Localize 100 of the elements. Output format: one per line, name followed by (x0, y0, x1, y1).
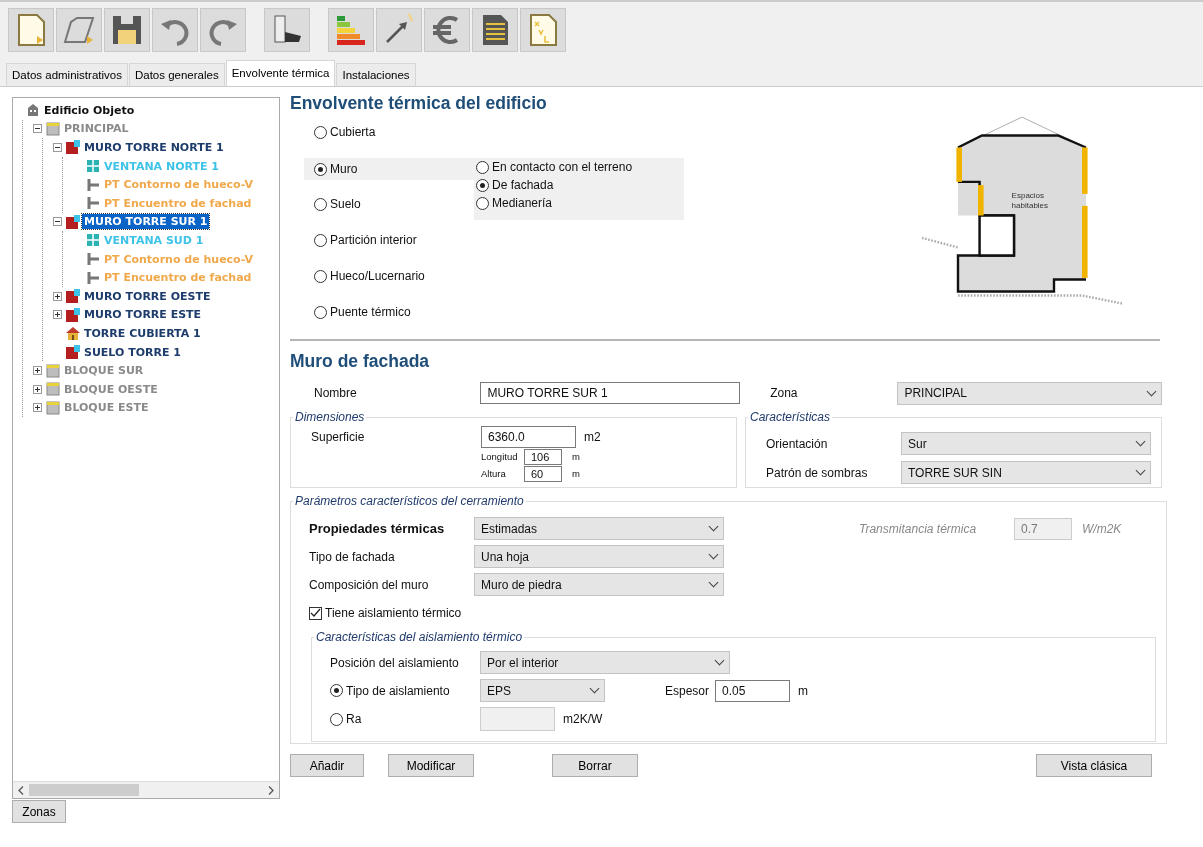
scroll-right-icon[interactable] (268, 785, 274, 795)
tree-item[interactable]: MURO TORRE OESTE (82, 288, 213, 304)
brick-wall-icon (66, 289, 80, 304)
unit-label: m2K/W (563, 712, 603, 726)
add-button[interactable]: Añadir (290, 754, 364, 777)
energy-rating-icon[interactable] (328, 8, 374, 52)
field-label: Propiedades térmicas (309, 521, 446, 536)
tree-item[interactable]: SUELO TORRE 1 (82, 344, 183, 360)
unit-label: m (572, 468, 580, 479)
undo-icon[interactable] (152, 8, 198, 52)
expand-button[interactable] (53, 291, 62, 301)
check-icon (310, 607, 321, 619)
expand-button[interactable] (33, 403, 42, 413)
expand-button[interactable] (33, 384, 42, 394)
radio-option[interactable]: Tipo de aislamiento (330, 683, 480, 698)
tree-item[interactable]: Edificio Objeto (42, 102, 137, 118)
redo-icon[interactable] (200, 8, 246, 52)
zone-dropdown[interactable]: PRINCIPAL (897, 381, 1162, 405)
junction-icon (86, 252, 100, 267)
tree-item[interactable]: MURO TORRE NORTE 1 (82, 140, 226, 155)
tab[interactable]: Datos generales (128, 63, 225, 86)
field-label: Espesor (665, 683, 711, 698)
document-icon[interactable] (472, 8, 518, 52)
horizontal-scrollbar[interactable] (13, 781, 279, 798)
tab[interactable]: Envolvente térmica (225, 60, 336, 86)
save-icon[interactable] (104, 8, 150, 52)
field-label: Tipo de fachada (309, 549, 396, 564)
group-title: Dimensiones (294, 410, 366, 424)
shadow-pattern-dropdown[interactable]: TORRE SUR SIN (901, 461, 1151, 484)
junction-icon (86, 270, 100, 285)
expand-button[interactable] (53, 310, 62, 320)
field-label: Patrón de sombras (766, 465, 869, 480)
radio-option[interactable]: De fachada (476, 178, 684, 192)
radio-option[interactable]: Ra (330, 712, 480, 726)
tree-item[interactable]: MURO TORRE SUR 1 (82, 214, 210, 230)
euro-icon[interactable] (424, 8, 470, 52)
zones-button[interactable]: Zonas (12, 800, 66, 823)
ra-field[interactable] (480, 707, 555, 731)
area-field[interactable]: 6360.0 (481, 426, 576, 448)
classic-view-button[interactable]: Vista clásica (1036, 754, 1152, 777)
collapse-button[interactable] (33, 124, 42, 134)
thickness-field[interactable]: 0.05 (715, 679, 790, 702)
tree-item[interactable]: TORRE CUBIERTA 1 (82, 325, 203, 341)
expand-button[interactable] (33, 366, 42, 376)
height-field[interactable]: 60 (524, 465, 562, 482)
section-title: Envolvente térmica del edificio (290, 93, 548, 114)
open-folder-icon[interactable] (56, 8, 102, 52)
wall-composition-dropdown[interactable]: Muro de piedra (474, 573, 724, 596)
house-icon (66, 326, 80, 341)
insulation-position-dropdown[interactable]: Por el interior (480, 651, 730, 674)
facade-type-dropdown[interactable]: Una hoja (474, 545, 724, 568)
section-title: Muro de fachada (290, 351, 431, 372)
window-icon (86, 159, 100, 174)
unit-label: m (572, 451, 580, 462)
name-field[interactable]: MURO TORRE SUR 1 (480, 382, 741, 404)
window-icon (86, 233, 100, 248)
collapse-button[interactable] (53, 143, 62, 152)
field-label: Zona (770, 386, 799, 400)
length-field[interactable]: 106 (524, 448, 562, 465)
diagram-label: Espacios habitables (1011, 190, 1049, 210)
scroll-left-icon[interactable] (18, 785, 24, 795)
tab[interactable]: Datos administrativos (6, 63, 128, 86)
junction-icon (86, 177, 100, 192)
transmittance-field[interactable]: 0.7 (1014, 517, 1072, 540)
brick-wall-icon (66, 140, 80, 155)
radio-option[interactable]: Cubierta (314, 125, 376, 139)
collapse-button[interactable] (53, 217, 62, 227)
field-label: Transmitancia térmica (859, 521, 978, 536)
zone-icon (46, 382, 60, 397)
field-label: Altura (481, 468, 507, 479)
tree-item[interactable]: MURO TORRE ESTE (82, 307, 204, 323)
radio-option[interactable]: Hueco/Lucernario (314, 269, 425, 283)
insulation-checkbox[interactable]: Tiene aislamiento térmico (309, 606, 1156, 620)
new-file-icon[interactable] (8, 8, 54, 52)
field-label: Nombre (314, 386, 358, 400)
building-block-icon[interactable] (264, 8, 310, 52)
unit-label: W/m2K (1082, 521, 1122, 536)
radio-option[interactable]: Partición interior (314, 233, 417, 247)
modify-button[interactable]: Modificar (388, 754, 474, 777)
field-label: Posición del aislamiento (330, 655, 460, 670)
tab[interactable]: Instalaciones (336, 63, 416, 86)
radio-option[interactable]: Puente térmico (314, 305, 411, 319)
delete-button[interactable]: Borrar (552, 754, 638, 777)
radio-option[interactable]: Medianería (476, 196, 684, 210)
orientation-dropdown[interactable]: Sur (901, 432, 1151, 455)
zone-icon (46, 121, 60, 136)
brick-wall-icon (66, 307, 80, 322)
junction-icon (86, 196, 100, 211)
group-title: Características del aislamiento térmico (315, 630, 524, 644)
xml-file-icon[interactable] (520, 8, 566, 52)
radio-option[interactable]: Suelo (314, 197, 361, 211)
radio-option[interactable]: Muro (314, 162, 358, 176)
zone-icon (46, 400, 60, 415)
brick-wall-icon (66, 345, 80, 359)
field-label: Longitud (481, 451, 516, 462)
group-title: Parámetros característicos del cerramiento (294, 494, 525, 508)
insulation-type-dropdown[interactable]: EPS (480, 679, 605, 702)
group-title: Características (749, 410, 832, 424)
radio-option[interactable]: En contacto con el terreno (476, 160, 684, 174)
thermal-properties-dropdown[interactable]: Estimadas (474, 517, 724, 540)
